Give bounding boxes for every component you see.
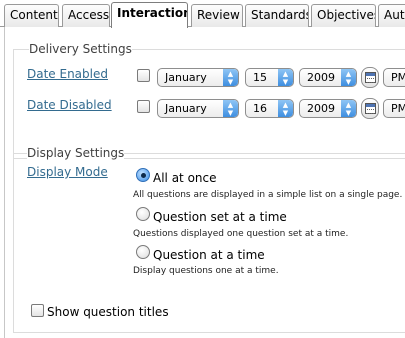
tab-strip: Content Access Interaction Review Standa… [0, 0, 405, 28]
date-enabled-calendar-button[interactable] [361, 67, 379, 88]
show-question-titles-checkbox[interactable] [31, 304, 44, 317]
tab-label: Access [68, 8, 110, 22]
tab-review[interactable]: Review [191, 4, 243, 27]
up-down-arrows-icon: ▲ ▼ [223, 100, 238, 117]
select-value: January [165, 102, 207, 115]
date-disabled-ampm-select[interactable]: PM [383, 99, 405, 118]
select-value: PM [391, 71, 405, 84]
up-down-arrows-icon: ▲ ▼ [341, 69, 356, 86]
date-enabled-ampm-select[interactable]: PM [383, 68, 405, 87]
date-disabled-month-select[interactable]: January ▲ ▼ [157, 99, 239, 118]
up-down-arrows-icon: ▲ ▼ [278, 69, 293, 86]
date-disabled-calendar-button[interactable] [361, 98, 379, 119]
select-value: 2009 [307, 71, 335, 84]
select-value: PM [391, 102, 405, 115]
date-enabled-day-select[interactable]: 15 ▲ ▼ [245, 68, 294, 87]
tab-label: Review [197, 8, 240, 22]
up-down-arrows-icon: ▲ ▼ [278, 100, 293, 117]
tab-interaction[interactable]: Interaction [111, 2, 188, 28]
tab-label: Interaction [117, 6, 188, 20]
display-mode-set-radio[interactable] [136, 207, 150, 221]
tab-label: Standards [251, 8, 309, 22]
display-mode-set-label: Question set at a time [153, 210, 287, 224]
select-value: 15 [253, 71, 267, 84]
display-mode-question-label: Question at a time [153, 248, 265, 262]
up-down-arrows-icon: ▲ ▼ [223, 69, 238, 86]
date-disabled-checkbox[interactable] [137, 100, 150, 113]
tab-standards[interactable]: Standards [245, 4, 309, 27]
up-down-arrows-icon: ▲ ▼ [341, 100, 356, 117]
select-value: 2009 [307, 102, 335, 115]
tab-label: Objectives [317, 8, 376, 22]
tab-label: Content [10, 8, 58, 22]
date-disabled-link[interactable]: Date Disabled [27, 98, 112, 112]
display-mode-link[interactable]: Display Mode [27, 165, 108, 179]
tab-content[interactable]: Content [4, 4, 59, 27]
date-disabled-year-select[interactable]: 2009 ▲ ▼ [299, 99, 357, 118]
date-disabled-day-select[interactable]: 16 ▲ ▼ [245, 99, 294, 118]
select-value: 16 [253, 102, 267, 115]
tab-label: Aut [384, 8, 405, 22]
display-mode-all-description: All questions are displayed in a simple … [133, 190, 403, 200]
date-enabled-month-select[interactable]: January ▲ ▼ [157, 68, 239, 87]
select-value: January [165, 71, 207, 84]
display-mode-all-radio[interactable] [136, 168, 150, 182]
calendar-icon [365, 72, 376, 83]
tab-authoring[interactable]: Aut [378, 4, 405, 27]
display-mode-question-description: Display questions one at a time. [133, 266, 279, 276]
tab-access[interactable]: Access [62, 4, 110, 27]
display-mode-set-description: Questions displayed one question set at … [133, 229, 349, 239]
display-mode-question-radio[interactable] [136, 245, 150, 259]
show-question-titles-label: Show question titles [47, 305, 169, 319]
interaction-panel: Delivery Settings Date Enabled January ▲… [4, 27, 405, 338]
calendar-icon [365, 103, 376, 114]
date-enabled-year-select[interactable]: 2009 ▲ ▼ [299, 68, 357, 87]
date-enabled-checkbox[interactable] [137, 69, 150, 82]
display-mode-all-label: All at once [153, 171, 217, 185]
date-enabled-link[interactable]: Date Enabled [27, 67, 108, 81]
display-settings-legend: Display Settings [27, 146, 125, 160]
tab-objectives[interactable]: Objectives [311, 4, 376, 27]
delivery-settings-legend: Delivery Settings [29, 42, 132, 56]
